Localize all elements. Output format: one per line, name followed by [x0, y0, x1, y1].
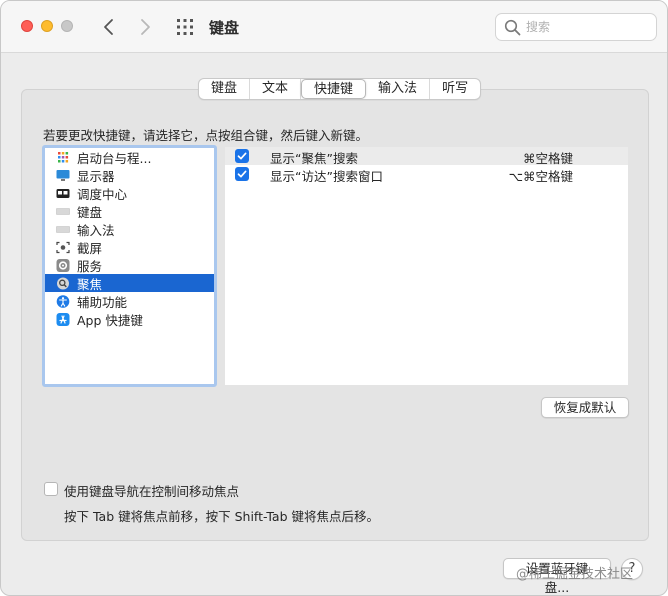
- category-item-spotlight[interactable]: 聚焦: [45, 274, 214, 292]
- tab-dictation[interactable]: 听写: [430, 79, 480, 99]
- shortcut-enabled-checkbox[interactable]: [235, 167, 249, 181]
- close-window-button[interactable]: [21, 20, 33, 32]
- window-title: 键盘: [209, 19, 240, 37]
- mission-control-icon: [56, 187, 70, 200]
- category-label: 显示器: [77, 168, 115, 184]
- tab-input-sources[interactable]: 输入法: [366, 79, 431, 99]
- keyboard-navigation-label: 使用键盘导航在控制间移动焦点: [64, 484, 240, 499]
- shortcut-key[interactable]: ⌥⌘空格键: [509, 166, 573, 185]
- category-label: 键盘: [77, 204, 103, 220]
- category-item-launchpad[interactable]: 启动台与程...: [45, 148, 214, 166]
- category-item-app-shortcuts[interactable]: App 快捷键: [45, 310, 214, 328]
- zoom-window-button[interactable]: [61, 20, 73, 32]
- category-item-input-sources[interactable]: 输入法: [45, 220, 214, 238]
- category-item-services[interactable]: 服务: [45, 256, 214, 274]
- shortcut-row[interactable]: 显示“访达”搜索窗口 ⌥⌘空格键: [225, 165, 628, 185]
- tab-bar: 键盘 文本 快捷键 输入法 听写: [198, 78, 482, 100]
- category-label: 辅助功能: [77, 294, 128, 310]
- keyboard-navigation-hint: 按下 Tab 键将焦点前移，按下 Shift-Tab 键将焦点后移。: [64, 509, 379, 524]
- keyboard-preferences-window: 键盘 键盘 文本 快捷键 输入法 听写 若要更改快捷键，请选择它，点按组合键，然…: [0, 0, 668, 596]
- chevron-right-icon: [141, 19, 150, 35]
- checkmark-icon: [237, 152, 247, 160]
- category-item-keyboard[interactable]: 键盘: [45, 202, 214, 220]
- gear-icon: [56, 258, 70, 272]
- restore-defaults-button[interactable]: 恢复成默认: [541, 397, 629, 418]
- search-input[interactable]: [526, 18, 650, 36]
- watermark: @稀土掘金技术社区: [516, 567, 634, 582]
- input-source-icon: [56, 223, 70, 236]
- category-label: App 快捷键: [77, 312, 143, 328]
- keyboard-icon: [56, 205, 70, 218]
- app-store-icon: [56, 312, 70, 326]
- shortcut-table: 显示“聚焦”搜索 ⌘空格键 显示“访达”搜索窗口 ⌥⌘空格键: [225, 147, 628, 385]
- back-button[interactable]: [98, 16, 120, 38]
- shortcut-enabled-checkbox[interactable]: [235, 149, 249, 163]
- category-item-accessibility[interactable]: 辅助功能: [45, 292, 214, 310]
- category-label: 聚焦: [77, 276, 103, 292]
- shortcut-row[interactable]: 显示“聚焦”搜索 ⌘空格键: [225, 147, 628, 166]
- search-icon: [504, 19, 521, 36]
- category-label: 启动台与程...: [77, 150, 152, 166]
- spotlight-icon: [56, 277, 70, 290]
- category-item-screenshots[interactable]: 截屏: [45, 238, 214, 256]
- category-label: 调度中心: [77, 186, 128, 202]
- show-all-button[interactable]: [175, 17, 195, 37]
- keyboard-navigation-checkbox[interactable]: [44, 482, 58, 496]
- title-bar: 键盘: [1, 1, 667, 53]
- category-item-mission-control[interactable]: 调度中心: [45, 184, 214, 202]
- shortcut-label: 显示“访达”搜索窗口: [270, 169, 383, 184]
- category-label: 截屏: [77, 240, 103, 256]
- shortcut-category-list: 启动台与程... 显示器 调度中心 键盘 输入法 截屏 服务 聚焦 辅助功能 A…: [42, 145, 217, 387]
- chevron-left-icon: [104, 19, 113, 35]
- screenshot-icon: [56, 241, 70, 254]
- forward-button[interactable]: [134, 16, 156, 38]
- category-item-displays[interactable]: 显示器: [45, 166, 214, 184]
- search-field[interactable]: [495, 13, 657, 41]
- category-label: 服务: [77, 258, 103, 274]
- instruction-text: 若要更改快捷键，请选择它，点按组合键，然后键入新键。: [43, 128, 369, 143]
- tab-keyboard[interactable]: 键盘: [199, 79, 251, 99]
- accessibility-icon: [56, 294, 70, 308]
- grid-icon: [177, 19, 193, 35]
- category-label: 输入法: [77, 222, 115, 238]
- tab-text[interactable]: 文本: [250, 79, 302, 99]
- checkmark-icon: [237, 170, 247, 178]
- launchpad-icon: [56, 151, 70, 164]
- tab-shortcuts[interactable]: 快捷键: [301, 79, 367, 99]
- display-icon: [56, 169, 70, 182]
- minimize-window-button[interactable]: [41, 20, 53, 32]
